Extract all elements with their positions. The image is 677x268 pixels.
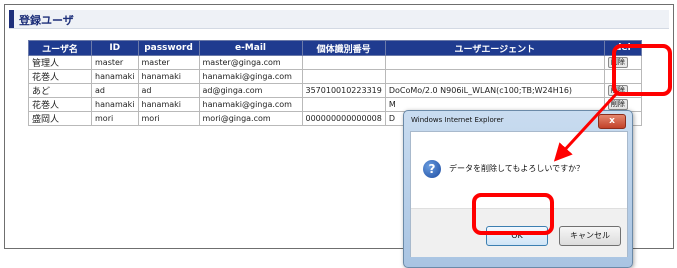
col-device-id: 個体識別番号 bbox=[301, 40, 386, 56]
cell-email: mori@ginga.com bbox=[198, 111, 303, 126]
cell-device-id: 357010010223319 bbox=[301, 83, 386, 98]
col-user-agent: ユーザエージェント bbox=[384, 40, 605, 56]
cell-email: hanamaki@ginga.com bbox=[198, 69, 303, 84]
cell-id: mori bbox=[91, 111, 139, 126]
section-marker bbox=[9, 10, 14, 28]
cell-email: master@ginga.com bbox=[198, 55, 303, 70]
col-email: e-Mail bbox=[198, 40, 303, 56]
section-header: 登録ユーザ bbox=[9, 10, 669, 29]
col-password: password bbox=[137, 40, 200, 56]
cell-email: ad@ginga.com bbox=[198, 83, 303, 98]
cell-user-agent bbox=[384, 69, 605, 84]
delete-highlight-box bbox=[612, 44, 672, 96]
cell-device-id bbox=[301, 97, 386, 112]
table-row: 花巻人 hanamaki hanamaki hanamaki@ginga.com bbox=[28, 69, 642, 84]
close-button[interactable]: x bbox=[598, 114, 626, 129]
cell-username: 花巻人 bbox=[28, 97, 92, 112]
cell-email: hanamaki@ginga.com bbox=[198, 97, 303, 112]
dialog-title: Windows Internet Explorer bbox=[411, 116, 504, 124]
cell-password: mori bbox=[137, 111, 200, 126]
question-icon: ? bbox=[423, 160, 441, 178]
cell-device-id bbox=[301, 55, 386, 70]
cell-device-id: 000000000000008 bbox=[301, 111, 386, 126]
cell-username: 管理人 bbox=[28, 55, 92, 70]
ok-highlight-box bbox=[472, 193, 554, 235]
col-username: ユーザ名 bbox=[28, 40, 92, 56]
cell-user-agent: DoCoMo/2.0 N906iL_WLAN(c100;TB;W24H16) bbox=[384, 83, 605, 98]
cancel-button[interactable]: キャンセル bbox=[559, 226, 621, 246]
cell-password: hanamaki bbox=[137, 97, 200, 112]
cell-password: master bbox=[137, 55, 200, 70]
cell-id: master bbox=[91, 55, 139, 70]
cell-id: hanamaki bbox=[91, 97, 139, 112]
cell-username: 花巻人 bbox=[28, 69, 92, 84]
cell-username: あど bbox=[28, 83, 92, 98]
section-title: 登録ユーザ bbox=[19, 14, 74, 27]
confirm-dialog: Windows Internet Explorer x ? データを削除してもよ… bbox=[403, 110, 633, 268]
cell-password: hanamaki bbox=[137, 69, 200, 84]
cell-password: ad bbox=[137, 83, 200, 98]
cell-device-id bbox=[301, 69, 386, 84]
cell-id: ad bbox=[91, 83, 139, 98]
dialog-message: データを削除してもよろしいですか？ bbox=[449, 164, 585, 173]
col-id: ID bbox=[91, 40, 139, 56]
table-row: あど ad ad ad@ginga.com 357010010223319 Do… bbox=[28, 83, 642, 98]
delete-button[interactable]: 削除 bbox=[607, 99, 628, 110]
cell-id: hanamaki bbox=[91, 69, 139, 84]
table-header-row: ユーザ名 ID password e-Mail 個体識別番号 ユーザエージェント… bbox=[28, 40, 642, 56]
cell-user-agent bbox=[384, 55, 605, 70]
cell-username: 盛岡人 bbox=[28, 111, 92, 126]
table-row: 管理人 master master master@ginga.com 削除 bbox=[28, 55, 642, 70]
dialog-titlebar[interactable]: Windows Internet Explorer x bbox=[404, 111, 632, 131]
